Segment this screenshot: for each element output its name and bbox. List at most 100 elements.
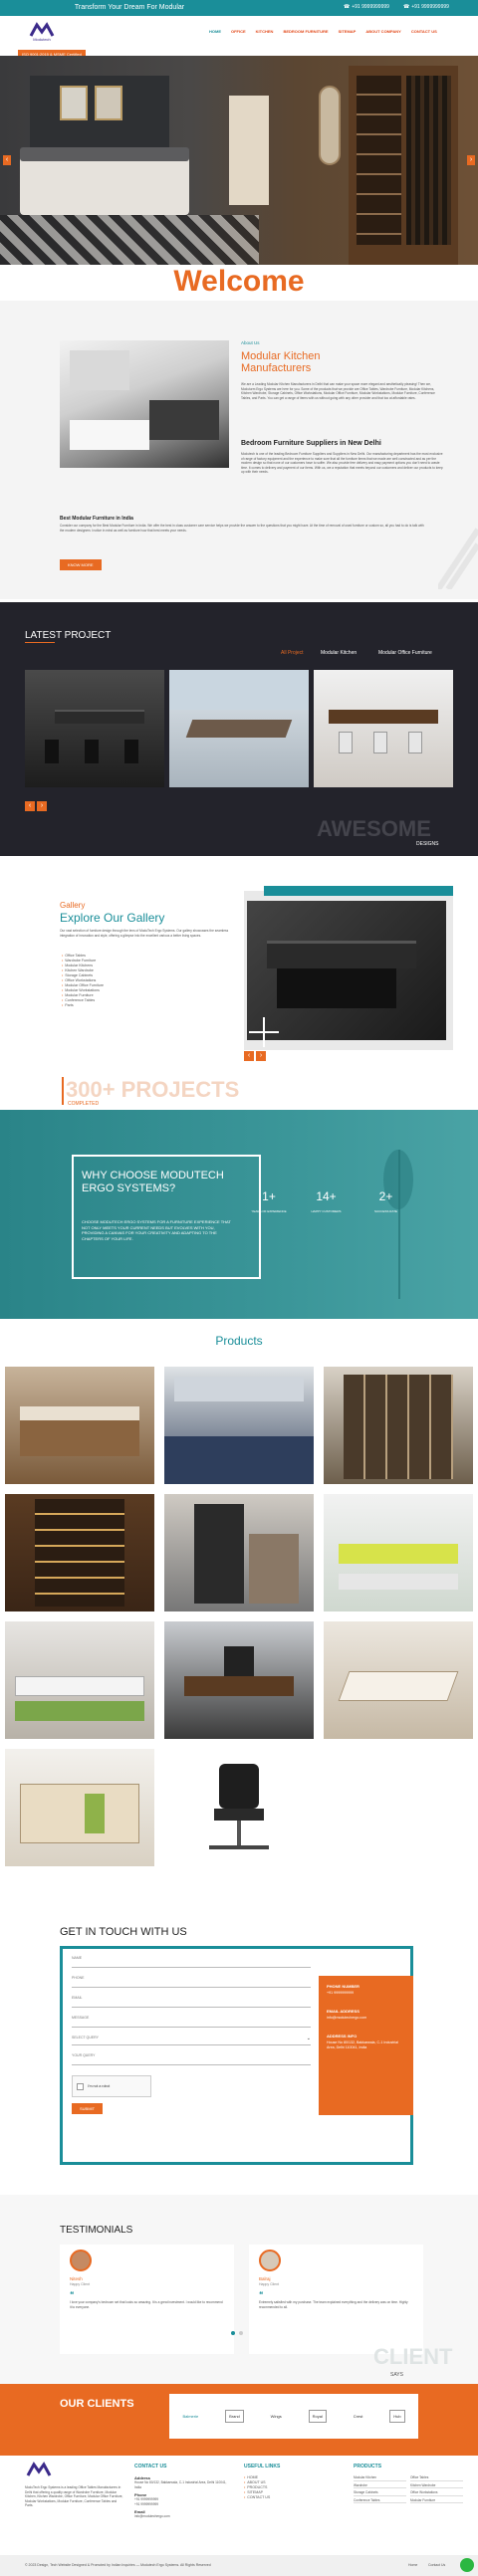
tab-office-furniture[interactable]: Modular Office Furniture [378,650,432,656]
product-storage[interactable] [164,1494,314,1611]
bottom-link-home[interactable]: Home [408,2563,417,2567]
product-workstation[interactable] [324,1494,473,1611]
captcha-checkbox[interactable] [77,2082,84,2090]
nav-contact[interactable]: CONTACT US [411,29,437,34]
gallery-title: Explore Our Gallery [60,911,165,925]
carousel-dot[interactable] [231,2331,235,2335]
contact-phone[interactable]: +91 9999999999 [327,1991,405,1995]
hero-next-arrow[interactable]: › [467,155,475,165]
nav-sitemap[interactable]: SITEMAP [339,29,357,34]
footer-product-link[interactable]: Modular Kitchen [354,2475,406,2481]
logo-icon: Modutech [29,22,55,42]
query-select[interactable]: ⌄ [72,2036,311,2045]
svg-text:Modutech: Modutech [33,37,51,42]
why-choose-section: WHY CHOOSE MODUTECH ERGO SYSTEMS? CHOOSE… [0,1110,478,1319]
client-logo: Hub [389,2410,405,2423]
quote-icon: ❝ [259,2290,264,2299]
about-paragraph-2: Modutech is one of the leading Bedroom F… [241,452,443,475]
testimonials-title: TESTIMONIALS [60,2225,133,2236]
captcha-box[interactable]: I'm not a robot [72,2075,151,2097]
project-image-2[interactable] [169,670,309,787]
site-footer: ModuTech Ergo Systems is a leading Offic… [0,2456,478,2555]
footer-product-link[interactable]: Wardrobe [354,2483,406,2489]
avatar [259,2250,281,2271]
says-label: SAYS [390,2372,403,2378]
latest-title: LATEST PROJECT [25,630,112,641]
nav-about[interactable]: ABOUT COMPANY [365,29,400,34]
client-watermark: CLIENT [373,2344,453,2369]
product-cabinet[interactable] [5,1749,154,1866]
product-wardrobe-2[interactable] [5,1494,154,1611]
about-heading-3: Best Modular Furniture in India [60,516,133,522]
kitchen-image [60,340,229,468]
contact-title: GET IN TOUCH WITH US [60,1926,187,1938]
carousel-dot[interactable] [239,2331,243,2335]
message-input[interactable] [72,2020,311,2028]
why-title: WHY CHOOSE MODUTECH ERGO SYSTEMS? [82,1170,224,1194]
main-nav: HOME OFFICE KITCHEN BEDROOM FURNITURE SI… [209,29,437,34]
product-kitchen[interactable] [164,1367,314,1484]
footer-product-link[interactable]: Office Workstations [410,2490,463,2496]
product-wardrobe-1[interactable] [324,1367,473,1484]
nav-kitchen[interactable]: KITCHEN [256,29,274,34]
contact-email[interactable]: info@modutechergo.com [327,2016,405,2020]
tab-modular-kitchen[interactable]: Modular Kitchen [321,650,357,656]
phone-input[interactable] [72,1980,311,1988]
footer-product-link[interactable]: Office Tables [410,2475,463,2481]
hero-prev-arrow[interactable]: ‹ [3,155,11,165]
footer-product-link[interactable]: Modular Furniture [410,2498,463,2504]
clients-section: OUR CLIENTS Balmerie Brand Wings Royal C… [0,2384,478,2456]
tab-all-project[interactable]: All Project [281,650,304,656]
logo-icon [26,2462,52,2476]
copyright-text: © 2023 Design, Tech Website Designed & P… [25,2563,211,2567]
know-more-button[interactable]: KNOW MORE [60,559,102,570]
product-chair[interactable] [164,1749,314,1866]
top-bar: Transform Your Dream For Modular ☎ +91 99… [0,0,478,16]
footer-link-contact[interactable]: CONTACT US [244,2495,270,2500]
email-input[interactable] [72,2000,311,2008]
gallery-prev-arrow[interactable]: ‹ [244,1051,254,1061]
footer-email[interactable]: info@modutechergo.com [134,2514,229,2519]
footer-phone[interactable]: +91 9999999999 [134,2502,229,2507]
bottom-bar: © 2023 Design, Tech Website Designed & P… [0,2555,478,2576]
submit-button[interactable]: SUBMIT [72,2103,104,2114]
product-office-workstation[interactable] [5,1621,154,1739]
client-logo: Balmerie [182,2414,199,2419]
awesome-watermark: AWESOME [317,816,431,841]
name-input[interactable] [72,1960,311,1968]
footer-contact-title: CONTACT US [134,2464,167,2469]
nav-bedroom[interactable]: BEDROOM FURNITURE [283,29,328,34]
product-office-table[interactable] [164,1621,314,1739]
footer-product-link[interactable]: Kitchen Wardrobe [410,2483,463,2489]
latest-next-arrow[interactable]: › [37,801,47,811]
footer-product-link[interactable]: Storage Cabinets [354,2490,406,2496]
top-phone-1[interactable]: ☎ +91 9999999999 [344,4,389,10]
top-phone-2[interactable]: ☎ +91 9999999999 [403,4,449,10]
gallery-next-arrow[interactable]: › [256,1051,266,1061]
footer-contact: Address House No 80/132, Bakkarwala, C-1… [134,2475,229,2519]
projects-completed: COMPLETED [68,1101,100,1107]
whatsapp-icon[interactable] [460,2558,474,2572]
nav-office[interactable]: OFFICE [231,29,246,34]
contact-address: House No 80/132, Bakkarwala, C-1 Industr… [327,2040,398,2049]
stat-customers: 14+ HAPPY CUSTOMERS [311,1189,342,1213]
footer-product-link[interactable]: Conference Tables [354,2498,406,2504]
product-conference-table[interactable] [324,1621,473,1739]
nav-home[interactable]: HOME [209,29,221,34]
latest-prev-arrow[interactable]: ‹ [25,801,35,811]
about-eyebrow: About Us [241,340,260,345]
query-input[interactable] [72,2057,311,2065]
product-bed[interactable] [5,1367,154,1484]
gallery-intro: Our vast selection of furniture design t… [60,929,229,938]
about-paragraph-1: We are a Leading Modular Kitchen Manufac… [241,382,435,400]
phone-icon: ☎ [344,4,351,10]
products-title: Products [215,1334,263,1348]
project-image-1[interactable] [25,670,164,787]
client-logo: Crest [353,2414,363,2419]
contact-info-box: PHONE NUMBER +91 9999999999 EMAIL ADDRES… [319,1976,413,2115]
project-image-3[interactable] [314,670,453,787]
bottom-link-contact[interactable]: Contact Us [428,2563,445,2567]
site-logo[interactable]: Modutech [28,22,56,42]
footer-logo[interactable] [25,2462,53,2481]
testimonial-card: Balraj Happy Client ❝ Extremely satisfie… [249,2245,423,2354]
